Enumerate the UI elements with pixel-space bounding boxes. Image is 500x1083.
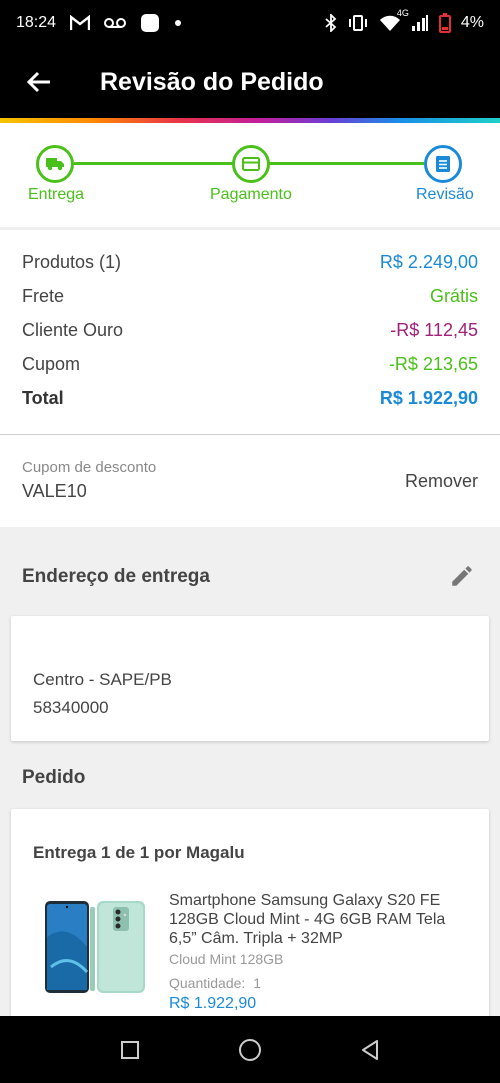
vibrate-icon — [347, 14, 369, 32]
product-quantity: Quantidade: 1 — [169, 975, 261, 991]
battery-low-icon — [438, 13, 451, 33]
dot-icon — [174, 19, 182, 27]
circle-icon — [239, 1038, 261, 1061]
gmail-icon — [70, 15, 91, 31]
voicemail-icon — [104, 17, 127, 29]
status-bar: 18:24 4G 4% — [0, 0, 500, 46]
back-nav-button[interactable] — [355, 1035, 385, 1065]
summary-label: Cliente Ouro — [22, 320, 124, 340]
summary-value: Grátis — [429, 286, 478, 306]
total-value: R$ 1.922,90 — [379, 388, 478, 408]
app-bar: Revisão do Pedido — [0, 46, 500, 118]
summary-row-coupon: Cupom -R$ 213,65 — [22, 354, 478, 375]
address-card: Centro - SAPE/PB 58340000 — [11, 616, 489, 741]
coupon-label: Cupom de desconto — [22, 459, 157, 476]
summary-label: Cupom — [22, 354, 81, 374]
bluetooth-icon — [325, 14, 337, 32]
coupon-code: VALE10 — [22, 481, 87, 501]
delivery-label: Entrega 1 de 1 por Magalu — [33, 843, 245, 862]
quantity-label: Quantidade: — [169, 975, 246, 991]
square-icon — [121, 1040, 139, 1059]
order-summary: Produtos (1) R$ 2.249,00 Frete Grátis Cl… — [0, 230, 500, 434]
step-revisao[interactable] — [424, 145, 462, 183]
system-nav-bar — [0, 1016, 500, 1083]
summary-row-products: Produtos (1) R$ 2.249,00 — [22, 252, 478, 273]
step-label-entrega: Entrega — [28, 186, 85, 203]
address-line-city: Centro - SAPE/PB — [33, 670, 172, 689]
summary-value: -R$ 213,65 — [388, 354, 478, 374]
recents-button[interactable] — [115, 1035, 145, 1065]
product-image[interactable] — [39, 897, 151, 997]
order-section-title: Pedido — [22, 767, 86, 788]
summary-row-total: Total R$ 1.922,90 — [22, 388, 478, 409]
product-price: R$ 1.922,90 — [169, 995, 257, 1012]
back-button[interactable] — [0, 46, 78, 118]
credit-card-icon — [242, 157, 260, 171]
order-card: Entrega 1 de 1 por Magalu Smartphone Sam… — [11, 809, 489, 1049]
address-line-zip: 58340000 — [33, 698, 109, 717]
triangle-back-icon — [362, 1039, 378, 1060]
truck-icon — [46, 158, 64, 171]
edit-address-button[interactable] — [448, 562, 476, 590]
address-section-title: Endereço de entrega — [22, 566, 210, 587]
coupon-section: Cupom de desconto VALE10 Remover — [0, 435, 500, 527]
product-variant: Cloud Mint 128GB — [169, 951, 284, 967]
status-time: 18:24 — [16, 14, 57, 31]
signal-icon — [411, 14, 429, 32]
battery-percent: 4% — [460, 14, 484, 31]
home-button[interactable] — [235, 1035, 265, 1065]
quantity-value: 1 — [253, 975, 261, 991]
wifi-icon: 4G — [379, 8, 409, 32]
summary-value: R$ 2.249,00 — [379, 252, 478, 272]
step-label-pagamento: Pagamento — [210, 186, 292, 203]
total-label: Total — [22, 388, 64, 408]
step-entrega[interactable] — [36, 145, 74, 183]
app-icon — [140, 13, 160, 33]
summary-value: -R$ 112,45 — [390, 320, 478, 340]
arrow-left-icon — [26, 71, 50, 93]
list-icon — [436, 156, 450, 172]
summary-row-gold-customer: Cliente Ouro -R$ 112,45 — [22, 320, 478, 341]
product-name[interactable]: Smartphone Samsung Galaxy S20 FE 128GB C… — [169, 891, 469, 948]
network-type-label: 4G — [396, 8, 409, 18]
summary-label: Frete — [22, 286, 65, 306]
checkout-stepper: Entrega Pagamento Revisão — [0, 123, 500, 227]
pencil-icon — [452, 566, 472, 586]
step-pagamento[interactable] — [232, 145, 270, 183]
page-title: Revisão do Pedido — [100, 67, 324, 96]
remove-coupon-button[interactable]: Remover — [405, 471, 478, 492]
summary-row-shipping: Frete Grátis — [22, 286, 478, 307]
summary-label: Produtos (1) — [22, 252, 122, 272]
step-label-revisao: Revisão — [416, 186, 474, 203]
